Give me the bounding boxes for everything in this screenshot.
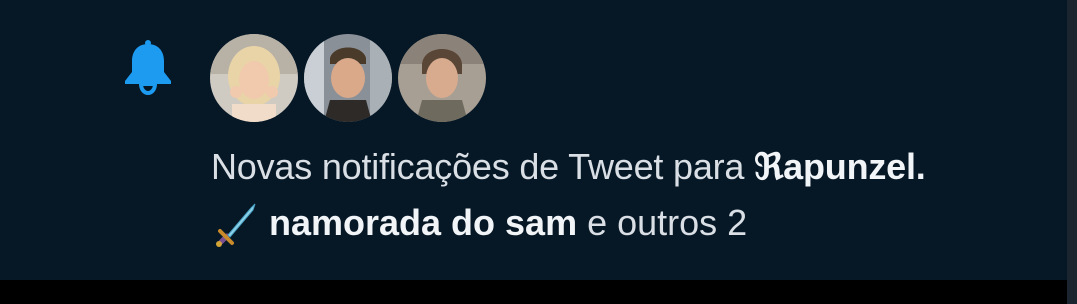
bell-icon bbox=[117, 38, 179, 100]
message-prefix: Novas notificações de Tweet para bbox=[211, 146, 755, 187]
user-display-rest: apunzel. bbox=[783, 146, 926, 187]
second-user-link[interactable]: namorada do sam bbox=[269, 202, 577, 244]
user-display-first: ℜ bbox=[754, 146, 784, 188]
others-text: e outros 2 bbox=[587, 202, 748, 243]
notification-secondary: namorada do sam e outros 2 bbox=[211, 198, 747, 248]
user-link[interactable]: ℜapunzel. bbox=[754, 146, 926, 188]
avatar-group bbox=[210, 34, 486, 122]
avatar[interactable] bbox=[210, 34, 298, 122]
scrollbar-edge bbox=[1067, 0, 1077, 304]
notification-message: Novas notificações de Tweet para ℜapunze… bbox=[211, 146, 926, 188]
notification-card[interactable]: Novas notificações de Tweet para ℜapunze… bbox=[0, 0, 1067, 280]
dagger-icon bbox=[211, 198, 261, 248]
avatar[interactable] bbox=[304, 34, 392, 122]
avatar[interactable] bbox=[398, 34, 486, 122]
